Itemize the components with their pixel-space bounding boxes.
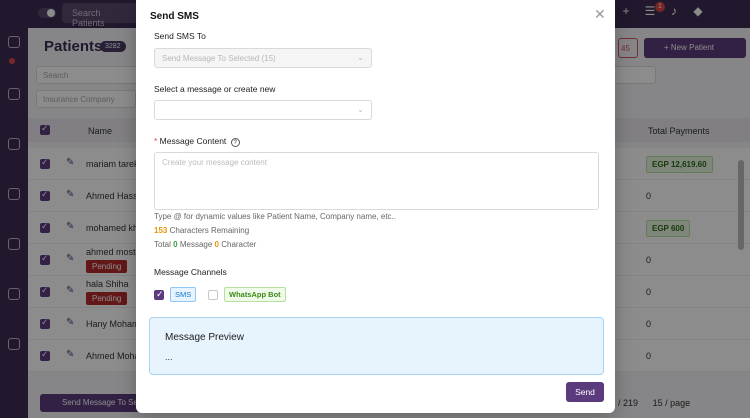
send-sms-modal: Send SMS ✕ Send SMS To Send Message To S… <box>136 0 615 413</box>
send-button[interactable]: Send <box>566 382 604 402</box>
send-to-select[interactable]: Send Message To Selected (15) ⌄ <box>154 48 372 68</box>
whatsapp-tag: WhatsApp Bot <box>224 287 286 302</box>
preview-title: Message Preview <box>165 332 244 343</box>
channel-sms[interactable]: SMS <box>154 287 197 302</box>
whatsapp-checkbox[interactable] <box>208 289 218 300</box>
modal-title: Send SMS <box>150 11 199 22</box>
total-summary: Total 0 Message 0 Character <box>154 240 257 249</box>
message-template-select[interactable]: ⌄ <box>154 100 372 120</box>
dynamic-values-hint: Type @ for dynamic values like Patient N… <box>154 212 397 221</box>
sms-checkbox[interactable] <box>154 289 164 300</box>
message-content-textarea[interactable]: Create your message content <box>154 152 599 210</box>
send-to-label: Send SMS To <box>154 31 206 41</box>
sms-tag: SMS <box>170 287 197 302</box>
send-to-value: Send Message To Selected (15) <box>162 54 276 63</box>
preview-body: ... <box>165 352 173 362</box>
channel-whatsapp[interactable]: WhatsApp Bot <box>208 287 286 302</box>
help-icon[interactable]: ? <box>230 138 240 147</box>
message-channels-label: Message Channels <box>154 267 227 277</box>
chevron-down-icon: ⌄ <box>357 53 364 62</box>
characters-remaining: 153 Characters Remaining <box>154 226 250 235</box>
chevron-down-icon: ⌄ <box>357 105 364 114</box>
message-preview: Message Preview ... <box>149 317 604 375</box>
close-icon[interactable]: ✕ <box>594 6 606 23</box>
message-content-label: * Message Content ? <box>154 136 240 147</box>
select-message-label: Select a message or create new <box>154 84 276 94</box>
